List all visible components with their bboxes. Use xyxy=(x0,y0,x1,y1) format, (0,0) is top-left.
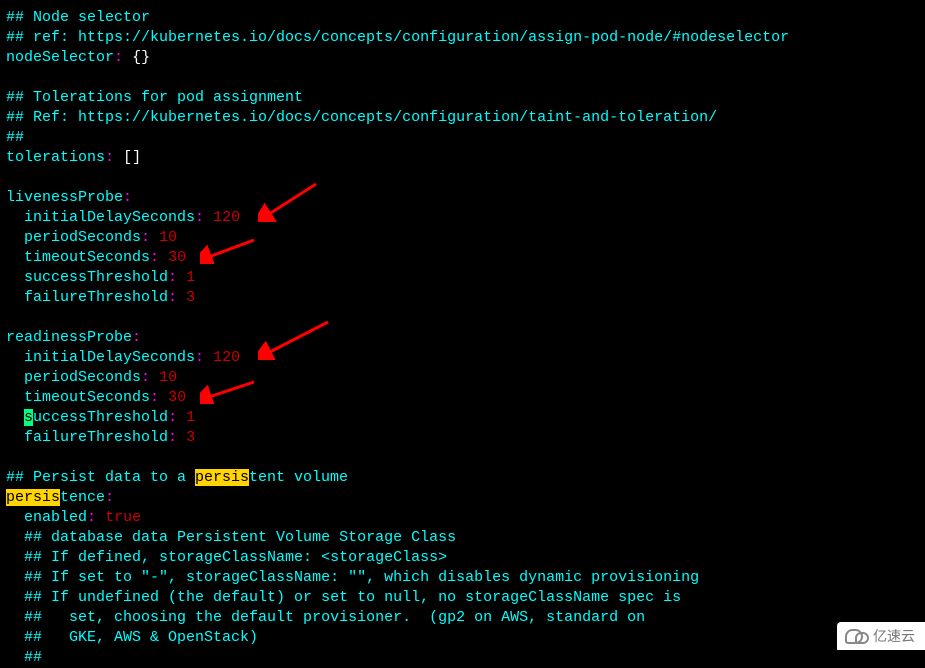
yaml-key: enabled xyxy=(24,509,87,526)
cursor: s xyxy=(24,409,33,426)
yaml-number: 120 xyxy=(213,209,240,226)
colon: : xyxy=(123,189,132,206)
yaml-number: 30 xyxy=(168,249,186,266)
colon: : xyxy=(87,509,96,526)
colon: : xyxy=(150,249,159,266)
yaml-key: tence xyxy=(60,489,105,506)
comment-line: ## set, choosing the default provisioner… xyxy=(24,609,645,626)
yaml-number: 30 xyxy=(168,389,186,406)
yaml-key: successThreshold xyxy=(24,269,168,286)
code-block[interactable]: ## Node selector ## ref: https://kuberne… xyxy=(6,8,919,668)
colon: : xyxy=(168,429,177,446)
comment-line: ## Ref: https://kubernetes.io/docs/conce… xyxy=(6,109,717,126)
yaml-key: initialDelaySeconds xyxy=(24,209,195,226)
search-highlight: persis xyxy=(6,489,60,506)
comment-line: ## xyxy=(6,129,24,146)
comment-line: tent volume xyxy=(249,469,348,486)
yaml-key: uccessThreshold xyxy=(33,409,168,426)
comment-line: ## xyxy=(24,649,42,666)
yaml-number: 1 xyxy=(186,409,195,426)
colon: : xyxy=(105,489,114,506)
colon: : xyxy=(195,349,204,366)
comment-line: ## Persist data to a xyxy=(6,469,195,486)
colon: : xyxy=(105,149,114,166)
yaml-number: 120 xyxy=(213,349,240,366)
comment-line: ## Node selector xyxy=(6,9,150,26)
yaml-key: failureThreshold xyxy=(24,429,168,446)
comment-line: ## If undefined (the default) or set to … xyxy=(24,589,681,606)
yaml-number: 1 xyxy=(186,269,195,286)
yaml-key: timeoutSeconds xyxy=(24,249,150,266)
colon: : xyxy=(150,389,159,406)
colon: : xyxy=(168,289,177,306)
watermark: 亿速云 xyxy=(837,622,925,650)
comment-line: ## Tolerations for pod assignment xyxy=(6,89,303,106)
comment-line: ## If set to "-", storageClassName: "", … xyxy=(24,569,699,586)
yaml-number: 10 xyxy=(159,229,177,246)
yaml-value: [] xyxy=(123,149,141,166)
search-highlight: persis xyxy=(195,469,249,486)
yaml-key: failureThreshold xyxy=(24,289,168,306)
yaml-key: nodeSelector xyxy=(6,49,114,66)
yaml-key: periodSeconds xyxy=(24,369,141,386)
comment-line: ## If defined, storageClassName: <storag… xyxy=(24,549,447,566)
comment-line: ## ref: https://kubernetes.io/docs/conce… xyxy=(6,29,789,46)
colon: : xyxy=(132,329,141,346)
yaml-key: initialDelaySeconds xyxy=(24,349,195,366)
colon: : xyxy=(168,409,177,426)
yaml-key: tolerations xyxy=(6,149,105,166)
comment-line: ## database data Persistent Volume Stora… xyxy=(24,529,456,546)
colon: : xyxy=(141,369,150,386)
yaml-bool: true xyxy=(105,509,141,526)
yaml-value: {} xyxy=(132,49,150,66)
yaml-number: 3 xyxy=(186,429,195,446)
yaml-key: readinessProbe xyxy=(6,329,132,346)
colon: : xyxy=(195,209,204,226)
yaml-number: 10 xyxy=(159,369,177,386)
cloud-icon xyxy=(845,629,867,643)
colon: : xyxy=(114,49,123,66)
comment-line: ## GKE, AWS & OpenStack) xyxy=(24,629,258,646)
yaml-key: periodSeconds xyxy=(24,229,141,246)
colon: : xyxy=(141,229,150,246)
colon: : xyxy=(168,269,177,286)
yaml-key: timeoutSeconds xyxy=(24,389,150,406)
yaml-number: 3 xyxy=(186,289,195,306)
yaml-key: livenessProbe xyxy=(6,189,123,206)
watermark-text: 亿速云 xyxy=(873,626,915,646)
